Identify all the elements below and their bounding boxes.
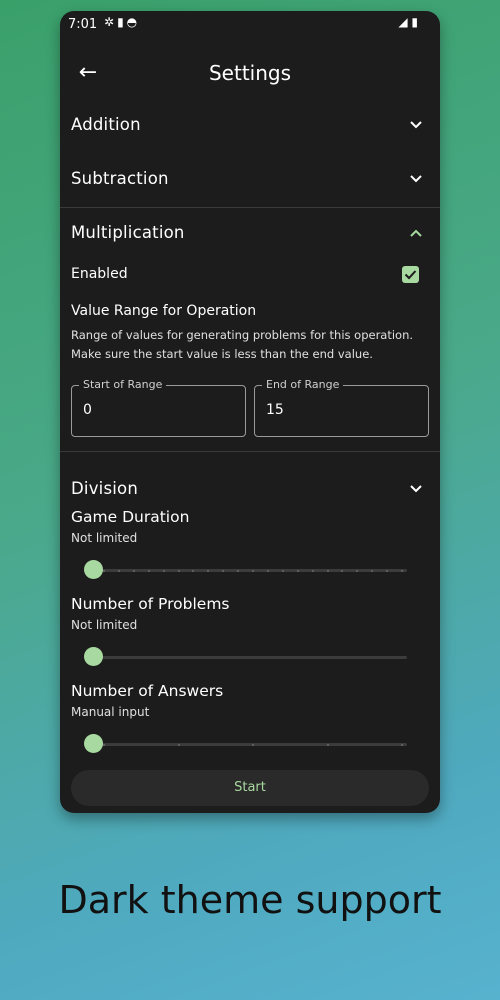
slider-tick <box>326 570 329 572</box>
slider-thumb[interactable] <box>84 560 103 579</box>
game-duration-value: Not limited <box>71 531 138 545</box>
slider-thumb[interactable] <box>84 734 103 753</box>
chevron-down-icon <box>410 121 422 129</box>
slider-tick <box>296 570 299 572</box>
slider-tick <box>252 744 254 746</box>
section-division-label: Division <box>71 479 138 498</box>
slider-tick <box>103 744 105 746</box>
slider-track <box>93 656 407 659</box>
section-addition-label: Addition <box>71 115 141 134</box>
start-of-range-field[interactable]: Start of Range 0 <box>71 378 246 437</box>
range-description-line2: Make sure the start value is less than t… <box>71 347 373 361</box>
slider-track <box>93 569 407 572</box>
end-of-range-field[interactable]: End of Range 15 <box>254 378 429 437</box>
slider-track <box>93 743 407 746</box>
number-of-answers-value: Manual input <box>71 705 150 719</box>
number-of-problems-label: Number of Problems <box>71 595 230 613</box>
slider-thumb[interactable] <box>84 647 103 666</box>
start-of-range-label: Start of Range <box>79 378 167 391</box>
start-button[interactable]: Start <box>71 770 429 806</box>
section-multiplication-header[interactable]: Multiplication <box>60 209 440 261</box>
chevron-up-icon <box>410 229 422 237</box>
sd-card-icon: ▮ <box>117 15 127 29</box>
number-of-problems-value: Not limited <box>71 618 138 632</box>
number-of-problems-slider[interactable] <box>83 647 407 667</box>
status-left-icons: ✲▮◓ <box>104 15 140 29</box>
section-subtraction-label: Subtraction <box>71 169 169 188</box>
game-duration-slider[interactable] <box>83 560 407 580</box>
enabled-label: Enabled <box>71 266 128 282</box>
phone-screen: 7:01 ✲▮◓ ◢ ▮ ← Settings Addition Subtrac… <box>60 11 440 813</box>
slider-tick <box>401 570 403 572</box>
chevron-down-icon <box>410 175 422 183</box>
slider-tick <box>281 570 284 572</box>
slider-tick <box>177 570 180 572</box>
slider-tick <box>326 744 329 746</box>
section-subtraction-header[interactable]: Subtraction <box>60 155 440 207</box>
end-of-range-label: End of Range <box>262 378 344 391</box>
status-bar: 7:01 ✲▮◓ ◢ ▮ <box>60 11 440 39</box>
page-title: Settings <box>208 61 292 85</box>
slider-tick <box>266 570 269 572</box>
signal-icon: ◢ <box>398 15 408 29</box>
slider-tick <box>103 570 105 572</box>
status-time: 7:01 <box>68 17 98 32</box>
end-of-range-value[interactable]: 15 <box>266 402 284 418</box>
slider-tick <box>311 570 314 572</box>
slider-tick <box>147 570 150 572</box>
promo-caption: Dark theme support <box>58 878 442 922</box>
section-multiplication-label: Multiplication <box>71 223 185 242</box>
start-of-range-value[interactable]: 0 <box>83 402 92 418</box>
number-of-answers-slider[interactable] <box>83 734 407 754</box>
face-icon: ◓ <box>126 15 141 29</box>
slider-tick <box>132 570 135 572</box>
slider-tick <box>117 570 120 572</box>
check-icon <box>404 270 417 280</box>
divider <box>60 451 440 452</box>
slider-tick <box>162 570 165 572</box>
range-description-line1: Range of values for generating problems … <box>71 328 414 342</box>
app-bar: ← Settings <box>60 47 440 103</box>
battery-icon: ▮ <box>411 15 418 29</box>
enabled-checkbox[interactable] <box>402 266 419 283</box>
slider-tick <box>177 744 180 746</box>
range-title: Value Range for Operation <box>71 303 257 319</box>
slider-tick <box>401 744 403 746</box>
divider <box>60 207 440 208</box>
slider-tick <box>252 570 254 572</box>
number-of-answers-label: Number of Answers <box>71 682 224 700</box>
settings-icon: ✲ <box>104 15 118 29</box>
section-addition-header[interactable]: Addition <box>60 101 440 153</box>
game-duration-label: Game Duration <box>71 508 190 526</box>
chevron-down-icon <box>410 485 422 493</box>
status-right-icons: ◢ ▮ <box>398 15 418 29</box>
